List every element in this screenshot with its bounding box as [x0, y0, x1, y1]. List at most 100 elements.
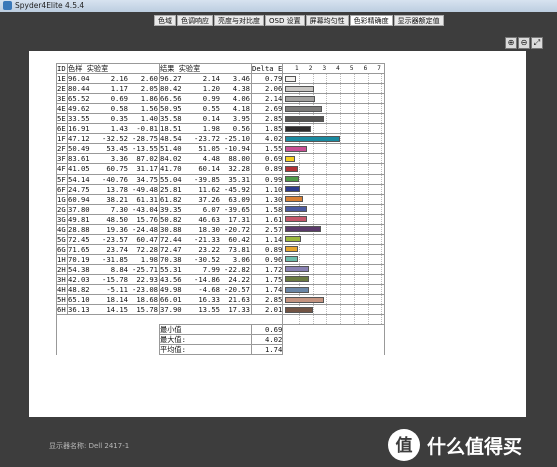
ref-b: -13.55: [132, 144, 158, 154]
delta-e-value: 0.89: [250, 243, 284, 255]
ref-lab: 49.81 48.50 15.76: [67, 213, 160, 225]
meas-b: -39.65: [224, 204, 250, 214]
grid-line: [299, 245, 300, 254]
delta-e-bar-cell: [282, 294, 386, 306]
meas-lab: 66.01 16.33 21.63: [159, 294, 252, 306]
meas-lab: 50.82 46.63 17.31: [159, 213, 252, 225]
meas-l: 50.82: [160, 214, 182, 224]
ref-lab: 54.14 -40.76 34.75: [67, 173, 160, 185]
summary-blank: [56, 324, 160, 335]
header-ref: 色样 实验室: [67, 62, 160, 75]
delta-e-bar-cell: [282, 284, 386, 296]
grid-line: [326, 154, 328, 163]
ref-a: 48.50: [106, 214, 128, 224]
meas-a: 6.07: [202, 204, 220, 214]
tab-2[interactable]: 亮度与对比度: [214, 15, 264, 26]
grid-line: [312, 215, 314, 224]
tab-3[interactable]: OSD 设置: [265, 15, 305, 26]
meas-lab: 70.38 -30.52 3.06: [159, 253, 252, 265]
grid-line: [312, 74, 314, 83]
meas-b: 21.63: [228, 295, 250, 305]
meas-lab: 35.58 0.14 3.95: [159, 113, 252, 125]
meas-l: 55.04: [160, 174, 182, 184]
meas-a: -4.68: [198, 285, 220, 295]
meas-lab: 30.88 18.30 -20.72: [159, 223, 252, 235]
zoom-out-icon[interactable]: ⊖: [518, 37, 530, 49]
meas-l: 96.27: [160, 74, 182, 84]
grid-line: [312, 185, 314, 194]
meas-lab: 43.56 -14.86 24.22: [159, 273, 252, 286]
delta-e-value: 1.30: [250, 193, 284, 205]
table-row: 5G 72.45 -23.57 60.47 72.44 -21.33 60.42 1.14: [56, 233, 386, 245]
grid-line: [367, 154, 369, 163]
grid-line: [353, 84, 355, 93]
tab-6[interactable]: 显示器额定值: [393, 15, 444, 26]
title-bar: Spyder4Elite 4.5.4: [0, 0, 557, 12]
grid-line: [381, 84, 383, 93]
ref-l: 83.61: [68, 154, 90, 164]
meas-lab: 51.40 51.05 -10.94: [159, 143, 252, 155]
meas-b: 32.28: [228, 164, 250, 174]
tab-0[interactable]: 色域: [154, 15, 176, 26]
table-row: 4G 28.88 19.36 -24.48 30.88 18.30 -20.72 2.57: [56, 223, 386, 235]
table-row: 5H 65.10 18.14 18.68 66.01 16.33 21.63 2.85: [56, 294, 386, 306]
meas-b: 3.95: [232, 114, 250, 124]
grid-line: [326, 295, 328, 304]
grid-line: [312, 235, 314, 244]
ref-lab: 65.10 18.14 18.68: [67, 294, 160, 306]
ref-lab: 65.52 0.69 1.86: [67, 93, 160, 105]
meas-lab: 80.42 1.20 4.38: [159, 83, 252, 95]
svg-text:值: 值: [396, 435, 413, 456]
summary-label: 最大值:: [159, 334, 252, 346]
grid-line: [326, 124, 328, 133]
grid-line: [312, 164, 314, 174]
grid-line: [381, 205, 383, 214]
delta-e-bar-cell: [282, 213, 386, 225]
grid-line: [353, 235, 355, 244]
summary-value: 1.74: [250, 344, 284, 356]
zoom-in-icon[interactable]: ⊕: [505, 37, 517, 49]
ref-b: 72.28: [136, 244, 158, 254]
tab-1[interactable]: 色调响应: [177, 15, 213, 26]
delta-e-bar: [285, 186, 301, 193]
meas-l: 43.56: [160, 275, 182, 284]
grid-line: [367, 124, 369, 133]
ref-l: 41.05: [68, 164, 90, 174]
grid-line: [326, 175, 328, 184]
ref-lab: 60.94 38.21 61.31: [67, 193, 160, 205]
grid-line: [381, 305, 383, 314]
meas-b: 0.56: [232, 124, 250, 134]
header-row: ID 色样 实验室 结果 实验室 Delta E 1 2 3 4 5 6 7: [56, 62, 386, 75]
grid-line: [353, 245, 355, 254]
ref-l: 49.62: [68, 104, 90, 114]
grid-line: [340, 154, 342, 163]
ref-lab: 42.03 -15.78 22.93: [67, 273, 160, 286]
row-id: 5G: [56, 233, 68, 245]
row-id: 3G: [56, 213, 68, 225]
meas-b: -25.10: [224, 134, 250, 144]
ref-l: 71.65: [68, 244, 90, 254]
meas-b: 73.81: [228, 244, 250, 254]
delta-e-bar-cell: [282, 173, 386, 185]
delta-e-bar: [285, 306, 313, 313]
grid-line: [367, 285, 369, 294]
grid-line: [326, 144, 328, 153]
ref-b: -49.48: [132, 184, 158, 194]
ref-lab: 50.49 53.45 -13.55: [67, 143, 160, 155]
ref-a: 18.14: [106, 295, 128, 305]
grid-line: [381, 154, 383, 163]
ref-b: -23.08: [132, 285, 158, 295]
grid-line: [326, 114, 328, 123]
tab-5[interactable]: 色彩精确度: [349, 15, 393, 26]
meas-l: 48.54: [160, 134, 182, 144]
table-row: 1F 47.12 -32.52 -28.75 48.54 -23.72 -25.10 4.02: [56, 133, 386, 145]
meas-l: 18.51: [160, 124, 182, 134]
delta-e-bar: [285, 105, 323, 112]
ref-a: -40.76: [102, 174, 128, 184]
grid-line: [326, 94, 328, 103]
tab-4[interactable]: 屏幕均匀性: [305, 15, 349, 26]
table-row: 3H 42.03 -15.78 22.93 43.56 -14.86 24.22 1.75: [56, 273, 386, 286]
expand-icon[interactable]: ⤢: [531, 37, 543, 49]
grid-line: [312, 275, 314, 284]
grid-line: [340, 74, 342, 83]
